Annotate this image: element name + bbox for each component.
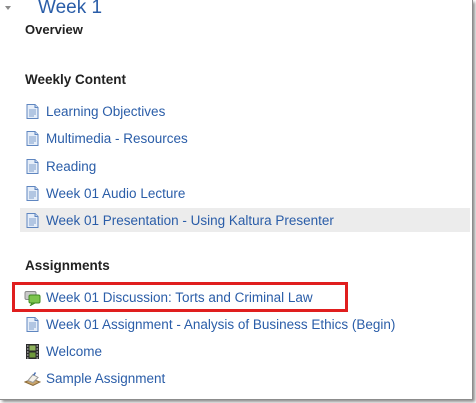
item-link-audio-lecture[interactable]: Week 01 Audio Lecture	[46, 186, 185, 201]
item-link-presentation[interactable]: Week 01 Presentation - Using Kaltura Pre…	[46, 213, 334, 228]
list-item[interactable]: Week 01 Assignment - Analysis of Busines…	[20, 312, 395, 336]
list-item[interactable]: Reading	[20, 154, 96, 178]
list-item-highlighted[interactable]: Week 01 Presentation - Using Kaltura Pre…	[20, 208, 470, 232]
overview-label: Overview	[25, 22, 83, 37]
list-item[interactable]: Multimedia - Resources	[20, 126, 188, 150]
film-icon	[24, 343, 41, 360]
item-link-assignment-ethics[interactable]: Week 01 Assignment - Analysis of Busines…	[46, 317, 395, 332]
annotation-highlight-box	[12, 282, 348, 312]
list-item[interactable]: Welcome	[20, 339, 102, 363]
item-link-welcome[interactable]: Welcome	[46, 344, 102, 359]
page-icon	[24, 103, 41, 120]
weekly-content-heading: Weekly Content	[25, 72, 127, 87]
page-icon	[24, 130, 41, 147]
item-link-sample-assignment[interactable]: Sample Assignment	[46, 371, 165, 386]
list-item[interactable]: Sample Assignment	[20, 366, 165, 390]
list-item[interactable]: Learning Objectives	[20, 99, 165, 123]
item-link-learning-objectives[interactable]: Learning Objectives	[46, 104, 165, 119]
item-link-multimedia-resources[interactable]: Multimedia - Resources	[46, 131, 188, 146]
page-icon	[24, 185, 41, 202]
chevron-down-icon[interactable]	[5, 6, 11, 10]
page-icon	[24, 158, 41, 175]
page-icon	[24, 212, 41, 229]
section-title[interactable]: Week 1	[38, 0, 102, 19]
item-link-reading[interactable]: Reading	[46, 159, 96, 174]
assignment-icon	[24, 370, 41, 387]
page-icon	[24, 316, 41, 333]
assignments-heading: Assignments	[25, 258, 110, 273]
list-item[interactable]: Week 01 Audio Lecture	[20, 181, 185, 205]
course-section-panel: Week 1 Overview Weekly Content Learning …	[0, 0, 473, 400]
